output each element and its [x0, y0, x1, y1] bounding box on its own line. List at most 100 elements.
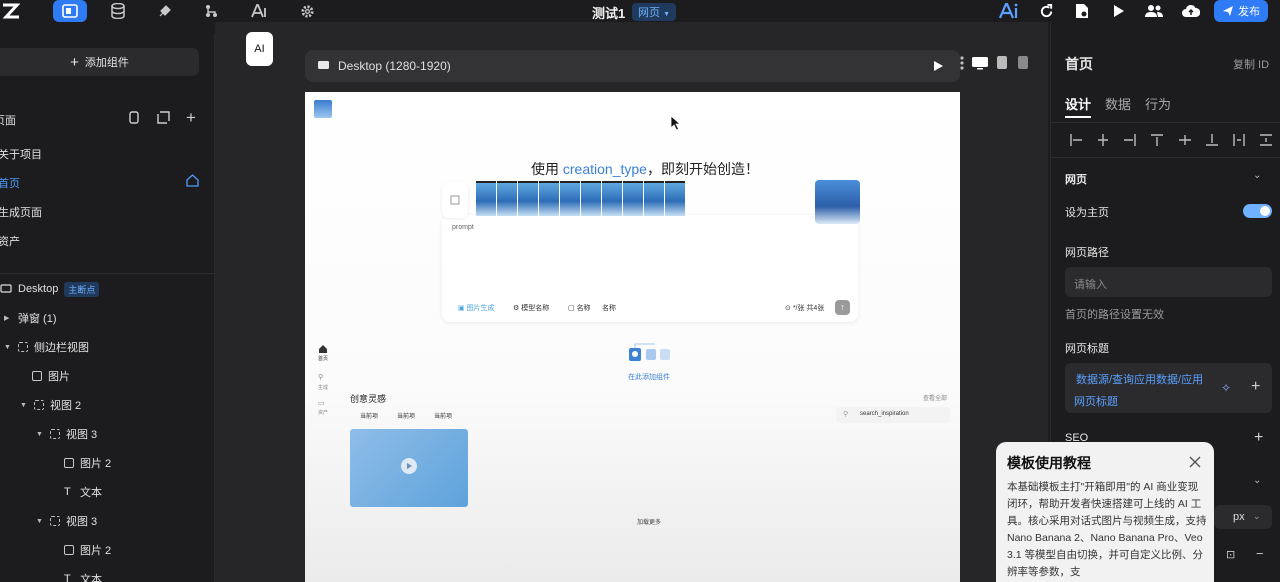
fit-content-icon[interactable]: ⊡: [1226, 548, 1235, 561]
document-settings-icon[interactable]: [1065, 0, 1099, 22]
tool-image-generate[interactable]: ▣ 图片生成: [458, 303, 495, 313]
refresh-icon[interactable]: [1029, 0, 1063, 22]
filter-chip[interactable]: 当前项: [434, 411, 452, 420]
add-seo-icon[interactable]: +: [1254, 429, 1263, 447]
tab-behavior[interactable]: 行为: [1145, 94, 1171, 113]
preview-play-icon[interactable]: [933, 60, 944, 72]
distribute-vertical-icon[interactable]: [1259, 133, 1273, 147]
reference-thumbnail[interactable]: [602, 181, 622, 216]
ai-assistant-icon[interactable]: [993, 0, 1027, 22]
reference-thumbnail[interactable]: [497, 181, 517, 216]
page-item-home[interactable]: 首页: [0, 175, 20, 191]
copy-id-button[interactable]: 复制 ID: [1233, 56, 1269, 72]
components-icon[interactable]: [53, 0, 87, 22]
reference-thumbnail[interactable]: [665, 181, 685, 216]
load-more-button[interactable]: 加载更多: [637, 517, 661, 526]
minus-icon[interactable]: −: [1256, 546, 1264, 561]
ai-sparkle-icon[interactable]: ✧: [1221, 381, 1231, 395]
settings-gear-icon[interactable]: [290, 0, 324, 22]
collaborators-icon[interactable]: [1137, 0, 1171, 22]
align-right-icon[interactable]: [1123, 133, 1137, 147]
sidebar-nav-assets[interactable]: 资产: [318, 409, 328, 416]
chevron-down-icon[interactable]: ⌄: [1253, 475, 1261, 486]
tree-item-image2b[interactable]: 图片 2: [64, 540, 111, 560]
set-home-toggle[interactable]: [1243, 204, 1272, 218]
distribute-horizontal-icon[interactable]: [1232, 133, 1246, 147]
align-top-icon[interactable]: [1150, 133, 1164, 147]
device-label[interactable]: Desktop (1280-1920): [338, 59, 451, 73]
tool-model-select[interactable]: ⚙ 模型名称: [513, 303, 549, 313]
tree-item-view2[interactable]: ▼ 视图 2: [20, 395, 81, 415]
reference-thumbnail[interactable]: [518, 181, 538, 216]
add-page-icon[interactable]: +: [186, 108, 196, 128]
tool-name-select[interactable]: ▢ 名称: [568, 303, 591, 313]
align-left-icon[interactable]: [1069, 133, 1083, 147]
plugin-icon[interactable]: [148, 0, 182, 22]
align-bottom-icon[interactable]: [1205, 133, 1219, 147]
caret-down-icon[interactable]: ▼: [36, 431, 44, 438]
filter-chip[interactable]: 当前项: [397, 411, 415, 420]
cloud-upload-icon[interactable]: [1174, 0, 1208, 22]
reference-thumbnail[interactable]: [581, 181, 601, 216]
preview-thumbnail[interactable]: [815, 180, 860, 224]
tree-root-desktop[interactable]: Desktop 主断点: [0, 279, 100, 299]
preview-play-icon[interactable]: [1102, 0, 1136, 22]
view-all-link[interactable]: 查看全部: [923, 393, 947, 402]
add-here-link[interactable]: 在此添加组件: [628, 372, 670, 382]
page-item-assets[interactable]: 资产: [0, 233, 20, 249]
tree-item-image2[interactable]: 图片 2: [64, 453, 111, 473]
database-icon[interactable]: [101, 0, 135, 22]
reference-thumbnail[interactable]: [644, 181, 664, 216]
workflow-icon[interactable]: [194, 0, 228, 22]
ai-icon[interactable]: [243, 0, 277, 22]
add-binding-icon[interactable]: +: [1251, 378, 1260, 396]
tablet-device-icon[interactable]: [996, 55, 1008, 70]
home-icon[interactable]: [318, 344, 328, 354]
chevron-down-icon[interactable]: ⌄: [1253, 170, 1261, 181]
page-headline[interactable]: 使用 creation_type，即刻开始创造！: [531, 159, 759, 179]
sidebar-nav-home[interactable]: 首页: [318, 355, 328, 362]
align-center-v-icon[interactable]: [1178, 133, 1192, 147]
tree-item-text-b[interactable]: T 文本: [64, 569, 102, 582]
reference-thumbnail[interactable]: [539, 181, 559, 216]
caret-down-icon[interactable]: ▼: [4, 344, 12, 351]
tree-item-view3b[interactable]: ▼ 视图 3: [36, 511, 97, 531]
more-vertical-icon[interactable]: [960, 56, 964, 70]
add-component-placeholder-icon[interactable]: [628, 343, 672, 363]
logo-icon[interactable]: [0, 0, 22, 22]
section-webpage[interactable]: 网页: [1065, 171, 1087, 187]
publish-button[interactable]: 发布: [1214, 0, 1268, 22]
caret-down-icon[interactable]: ▼: [20, 402, 28, 409]
align-center-h-icon[interactable]: [1096, 133, 1110, 147]
tree-item-view3[interactable]: ▼ 视图 3: [36, 424, 97, 444]
site-logo[interactable]: [314, 100, 332, 118]
play-icon[interactable]: [401, 458, 417, 474]
page-item-generate[interactable]: 生成页面: [0, 204, 42, 220]
tab-data[interactable]: 数据: [1105, 94, 1131, 113]
title-binding-line2[interactable]: 网页标题: [1074, 393, 1118, 409]
page-type-badge[interactable]: 网页 ▼: [632, 3, 676, 21]
reference-thumbnail[interactable]: [623, 181, 643, 216]
desktop-device-icon[interactable]: [971, 56, 989, 70]
prompt-placeholder[interactable]: prompt: [452, 224, 474, 231]
tab-design[interactable]: 设计: [1065, 94, 1091, 113]
sidebar-nav-generate[interactable]: 生成: [318, 384, 328, 391]
reference-thumbnail[interactable]: [476, 181, 496, 216]
upload-image-button[interactable]: [442, 182, 468, 218]
page-item-about[interactable]: 关于项目: [0, 146, 42, 162]
add-component-button[interactable]: + 添加组件: [0, 48, 199, 76]
send-arrow-button[interactable]: ↑: [835, 300, 850, 315]
project-title[interactable]: 测试1: [592, 3, 625, 22]
tree-item-image[interactable]: 图片: [32, 366, 70, 386]
caret-down-icon[interactable]: ▼: [36, 518, 44, 525]
mobile-device-icon[interactable]: [128, 111, 140, 124]
title-binding-line1[interactable]: 数据源/查询应用数据/应用: [1076, 371, 1203, 387]
tool-name-select-2[interactable]: 名称: [602, 303, 616, 313]
tree-item-text[interactable]: T 文本: [64, 482, 102, 502]
filter-chip[interactable]: 当前项: [360, 411, 378, 420]
close-icon[interactable]: [1189, 456, 1201, 468]
add-folder-icon[interactable]: [157, 111, 170, 124]
tree-item-popup[interactable]: ▶ 弹窗 (1): [4, 308, 57, 328]
tree-item-sidebar-view[interactable]: ▼ 侧边栏视图: [4, 337, 89, 357]
mobile-device-icon[interactable]: [1017, 55, 1029, 70]
